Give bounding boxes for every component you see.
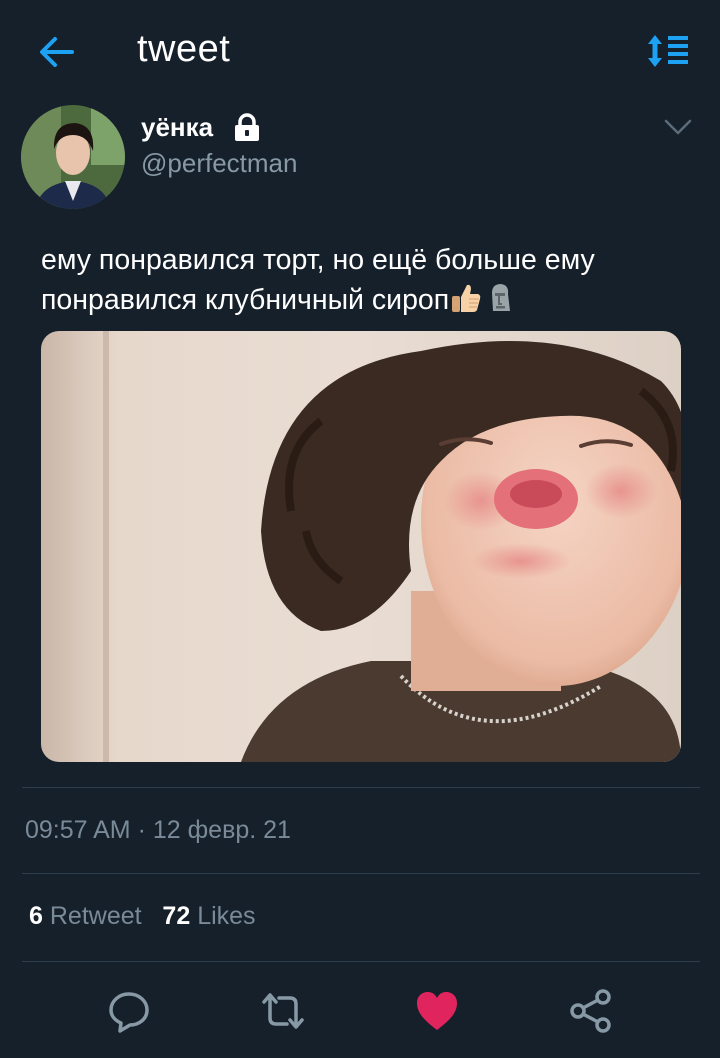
author-handle[interactable]: @perfectman [141,148,297,179]
top-bar: tweet [0,0,720,100]
tweet-photo[interactable] [41,331,681,762]
divider [22,873,700,874]
retweet-count: 6 [29,902,43,930]
lock-icon [235,113,259,141]
tweet-text-line-1: ему понравился торт, но ещё больше ему [41,244,595,276]
retweet-label: Retweet [49,902,142,930]
like-label: Likes [197,902,256,930]
chevron-down-icon[interactable] [664,118,692,138]
like-stat[interactable]: 72 Likes [162,902,255,930]
retweet-icon[interactable] [260,988,306,1034]
like-count: 72 [162,902,191,930]
divider [22,961,700,962]
page-title: tweet [137,28,231,70]
share-icon[interactable] [568,988,614,1034]
like-icon[interactable] [414,988,460,1034]
retweet-stat[interactable]: 6 Retweet [29,902,142,930]
tweet-text: ему понравился торт, но ещё больше ему п… [41,240,691,320]
arrow-left-icon[interactable] [36,32,76,72]
tweet-text-line-2: понравился клубничный сироп [41,284,450,316]
thumbs-up-emoji-icon [452,284,481,312]
tweet-timestamp: 09:57 AM · 12 февр. 21 [25,816,291,844]
divider [22,787,700,788]
reply-icon[interactable] [106,988,152,1034]
sort-icon[interactable] [648,33,690,69]
author-display-name[interactable]: уёнка [141,112,213,143]
avatar[interactable] [21,105,125,209]
tweet-stats: 6 Retweet 72 Likes [29,902,256,931]
moai-emoji-icon [492,284,511,311]
